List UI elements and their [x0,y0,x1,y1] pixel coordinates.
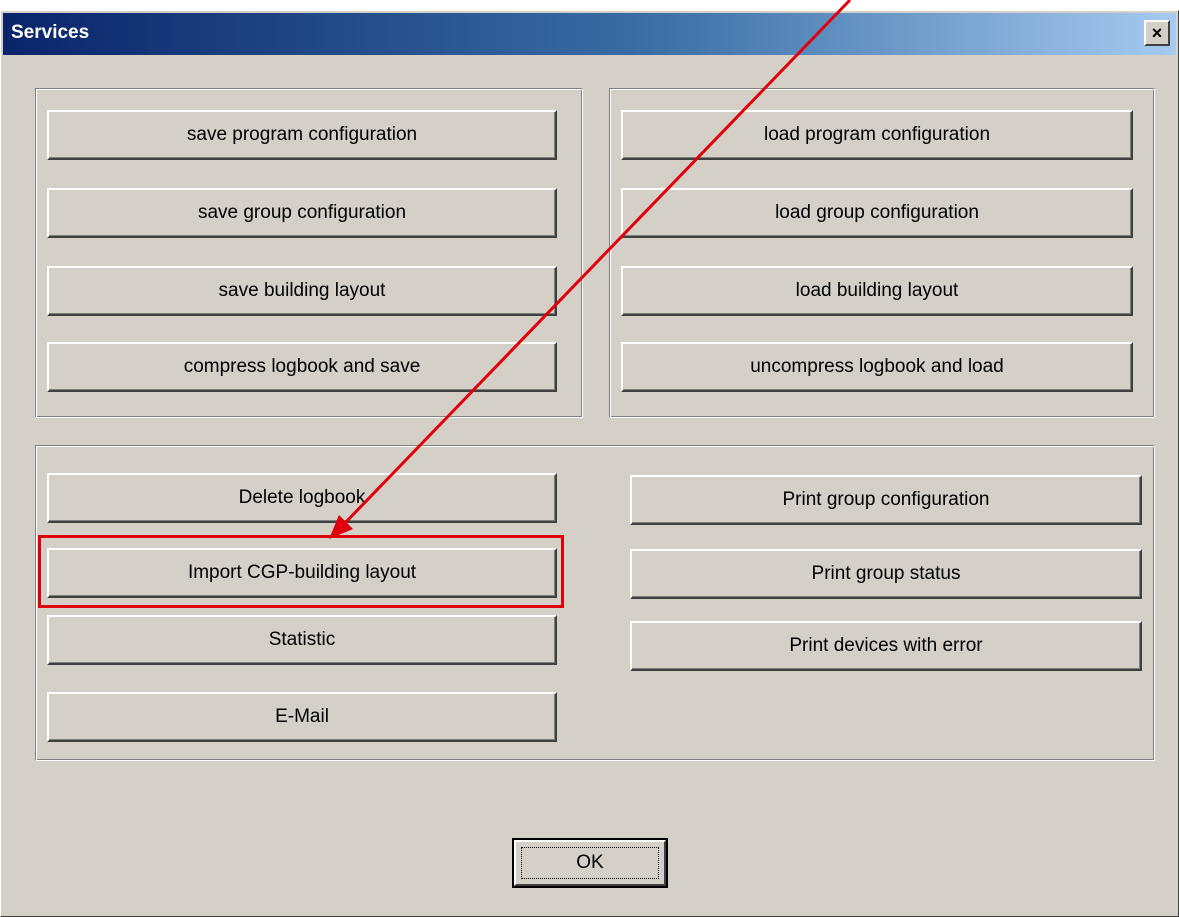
uncompress-logbook-button[interactable]: uncompress logbook and load [621,342,1133,392]
close-button[interactable]: × [1144,20,1170,46]
print-group-status-button[interactable]: Print group status [630,549,1142,599]
ok-button-face: OK [514,840,666,886]
load-building-layout-button[interactable]: load building layout [621,266,1133,316]
compress-logbook-button[interactable]: compress logbook and save [47,342,557,392]
email-button[interactable]: E-Mail [47,692,557,742]
delete-logbook-button[interactable]: Delete logbook [47,473,557,523]
statistic-button[interactable]: Statistic [47,615,557,665]
load-group-configuration-button[interactable]: load group configuration [621,188,1133,238]
title-bar[interactable]: Services × [3,13,1176,55]
ok-label: OK [576,852,604,873]
save-program-configuration-button[interactable]: save program configuration [47,110,557,160]
ok-button[interactable]: OK [512,838,668,888]
close-icon: × [1151,23,1163,43]
save-building-layout-button[interactable]: save building layout [47,266,557,316]
save-group-configuration-button[interactable]: save group configuration [47,188,557,238]
import-cgp-building-layout-button[interactable]: Import CGP-building layout [47,548,557,598]
print-group-configuration-button[interactable]: Print group configuration [630,475,1142,525]
window-title: Services [11,22,90,43]
print-devices-with-error-button[interactable]: Print devices with error [630,621,1142,671]
load-program-configuration-button[interactable]: load program configuration [621,110,1133,160]
